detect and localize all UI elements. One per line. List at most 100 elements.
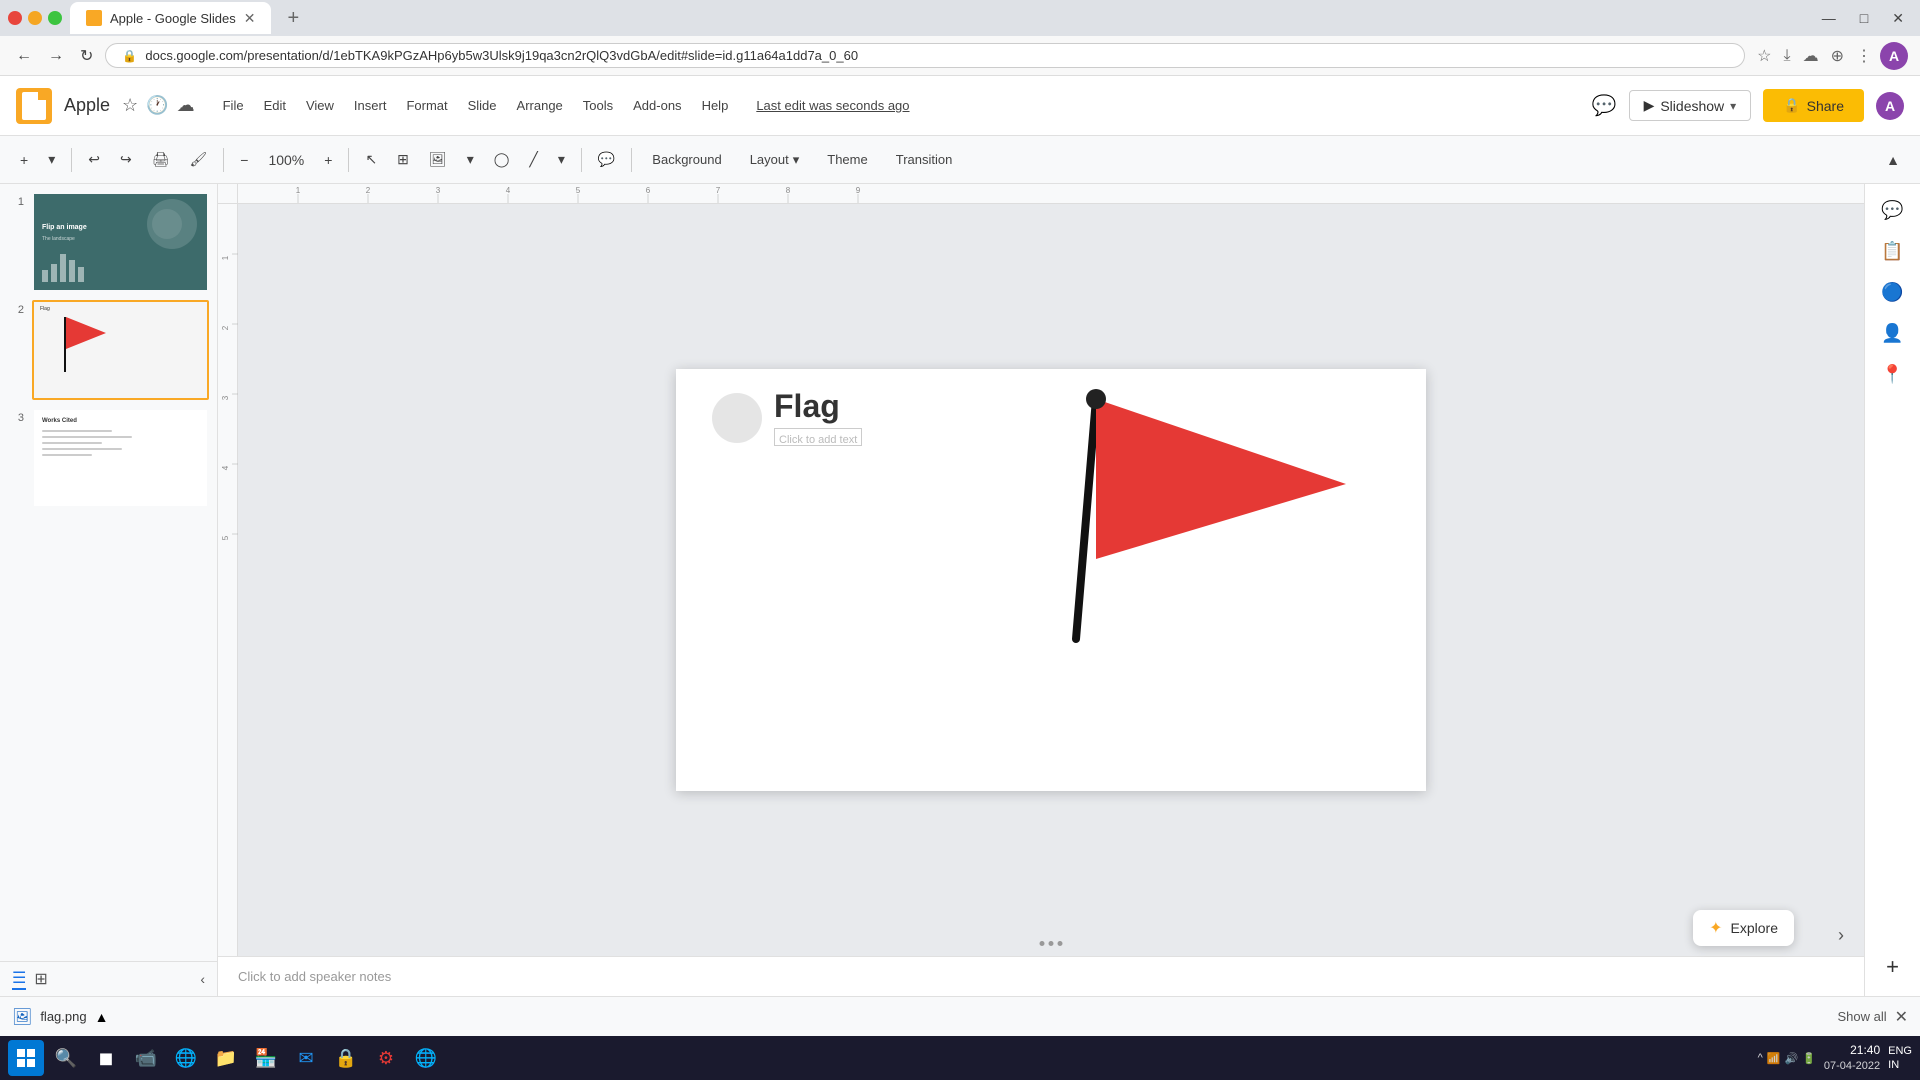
notes-area[interactable]: Click to add speaker notes bbox=[218, 956, 1864, 996]
theme-button[interactable]: Theme bbox=[815, 146, 879, 173]
new-tab-button[interactable]: + bbox=[279, 7, 307, 30]
list-view-button[interactable]: ☰ bbox=[12, 968, 26, 990]
slideshow-dropdown-arrow[interactable]: ▾ bbox=[1730, 99, 1736, 113]
search-taskbar-button[interactable]: 🔍 bbox=[48, 1040, 84, 1076]
office-button[interactable]: ⚙ bbox=[368, 1040, 404, 1076]
slide-thumbnail-3[interactable]: Works Cited bbox=[32, 408, 209, 508]
mail-button[interactable]: ✉ bbox=[288, 1040, 324, 1076]
zoom-in-button[interactable]: + bbox=[316, 146, 340, 174]
sidebar-chat-button[interactable]: 💬 bbox=[1873, 192, 1911, 229]
minimize-browser-button[interactable]: — bbox=[1814, 6, 1844, 31]
menu-help[interactable]: Help bbox=[694, 94, 737, 117]
collapse-toolbar-button[interactable]: ▲ bbox=[1878, 146, 1908, 174]
redo-button[interactable]: ↪ bbox=[112, 145, 140, 174]
cloud-save-icon[interactable]: ☁ bbox=[177, 95, 195, 116]
meet-app-button[interactable]: 📹 bbox=[128, 1040, 164, 1076]
browser-tab[interactable]: Apple - Google Slides ✕ bbox=[70, 2, 271, 34]
menu-insert[interactable]: Insert bbox=[346, 94, 395, 117]
tab-close-button[interactable]: ✕ bbox=[244, 10, 256, 27]
slide-main-title[interactable]: Flag bbox=[774, 389, 862, 424]
sidebar-tasks-button[interactable]: 🔵 bbox=[1873, 274, 1911, 311]
undo-button[interactable]: ↩ bbox=[80, 145, 108, 174]
linkedin-button[interactable]: 🔒 bbox=[328, 1040, 364, 1076]
share-button[interactable]: 🔒 Share bbox=[1763, 89, 1864, 122]
line-tool[interactable]: ╱ bbox=[521, 145, 545, 174]
history-icon[interactable]: 🕐 bbox=[146, 95, 168, 116]
explorer-button[interactable]: 📁 bbox=[208, 1040, 244, 1076]
edge-browser-button[interactable]: 🌐 bbox=[168, 1040, 204, 1076]
tray-up-arrow[interactable]: ^ bbox=[1758, 1052, 1763, 1064]
menu-slide[interactable]: Slide bbox=[460, 94, 505, 117]
image-tool[interactable]: 🖼 bbox=[421, 145, 455, 174]
sidebar-maps-button[interactable]: 📍 bbox=[1873, 356, 1911, 393]
collapse-panel-button[interactable]: ‹ bbox=[200, 971, 205, 987]
sidebar-keep-button[interactable]: 📋 bbox=[1873, 233, 1911, 270]
sidebar-contacts-button[interactable]: 👤 bbox=[1873, 315, 1911, 352]
file-bar-close-button[interactable]: ✕ bbox=[1895, 1007, 1908, 1027]
close-window-button[interactable] bbox=[8, 11, 22, 25]
slideshow-label[interactable]: Slideshow bbox=[1660, 98, 1724, 114]
slide-item-1[interactable]: 1 Flip an image The landscape bbox=[8, 192, 209, 292]
clock[interactable]: 21:40 07-04-2022 bbox=[1824, 1042, 1880, 1074]
profile-avatar[interactable]: A bbox=[1880, 42, 1908, 70]
grid-view-button[interactable]: ⊞ bbox=[34, 969, 47, 989]
expand-panel-button[interactable]: › bbox=[1838, 925, 1844, 946]
maximize-window-button[interactable] bbox=[48, 11, 62, 25]
textbox-tool[interactable]: ⊞ bbox=[389, 145, 417, 174]
slide-canvas[interactable]: Flag Click to add text bbox=[676, 369, 1426, 791]
file-expand-button[interactable]: ▲ bbox=[95, 1009, 109, 1025]
explore-label[interactable]: Explore bbox=[1731, 920, 1778, 936]
back-button[interactable]: ← bbox=[12, 43, 36, 69]
menu-addons[interactable]: Add-ons bbox=[625, 94, 689, 117]
line-dropdown[interactable]: ▾ bbox=[550, 145, 573, 174]
notes-placeholder[interactable]: Click to add speaker notes bbox=[238, 969, 391, 984]
forward-button[interactable]: → bbox=[44, 43, 68, 69]
chrome-button[interactable]: 🌐 bbox=[408, 1040, 444, 1076]
maximize-browser-button[interactable]: □ bbox=[1852, 6, 1876, 31]
screenshot-button[interactable]: ⤓ bbox=[1780, 42, 1795, 70]
sidebar-add-button[interactable]: + bbox=[1878, 946, 1907, 988]
transition-button[interactable]: Transition bbox=[884, 146, 965, 173]
user-avatar[interactable]: A bbox=[1876, 92, 1904, 120]
menu-format[interactable]: Format bbox=[398, 94, 455, 117]
slide-subtitle-placeholder[interactable]: Click to add text bbox=[774, 428, 862, 446]
menu-arrange[interactable]: Arrange bbox=[509, 94, 571, 117]
background-button[interactable]: Background bbox=[640, 146, 733, 173]
menu-file[interactable]: File bbox=[215, 94, 252, 117]
task-view-button[interactable]: ◼ bbox=[88, 1040, 124, 1076]
menu-edit[interactable]: Edit bbox=[256, 94, 294, 117]
minimize-window-button[interactable] bbox=[28, 11, 42, 25]
slide-item-3[interactable]: 3 Works Cited bbox=[8, 408, 209, 508]
add-button[interactable]: + bbox=[12, 146, 36, 174]
star-icon[interactable]: ☆ bbox=[122, 95, 138, 116]
shapes-tool[interactable]: ◯ bbox=[486, 145, 518, 174]
layout-button[interactable]: Layout ▾ bbox=[738, 146, 812, 174]
slide-item-2[interactable]: 2 Flag bbox=[8, 300, 209, 400]
start-button[interactable] bbox=[8, 1040, 44, 1076]
image-dropdown[interactable]: ▾ bbox=[459, 145, 482, 174]
slide-thumbnail-2[interactable]: Flag bbox=[32, 300, 209, 400]
explore-panel[interactable]: ✦ Explore bbox=[1693, 910, 1794, 946]
slide-thumbnail-1[interactable]: Flip an image The landscape bbox=[32, 192, 209, 292]
show-all-button[interactable]: Show all bbox=[1837, 1009, 1886, 1024]
print-button[interactable]: 🖨 bbox=[144, 145, 178, 174]
slide-number-2: 2 bbox=[8, 300, 24, 316]
menu-view[interactable]: View bbox=[298, 94, 342, 117]
extensions-button[interactable]: ⊕ bbox=[1827, 42, 1848, 70]
close-browser-button[interactable]: ✕ bbox=[1884, 6, 1912, 31]
select-tool[interactable]: ↖ bbox=[357, 145, 385, 174]
url-bar[interactable]: 🔒 docs.google.com/presentation/d/1ebTKA9… bbox=[105, 43, 1745, 68]
menu-tools[interactable]: Tools bbox=[575, 94, 621, 117]
expand-arrow-icon[interactable]: › bbox=[1838, 925, 1844, 946]
cloud-button[interactable]: ☁ bbox=[1799, 42, 1823, 70]
add-dropdown[interactable]: ▾ bbox=[40, 145, 63, 174]
store-button[interactable]: 🏪 bbox=[248, 1040, 284, 1076]
paint-format-button[interactable]: 🖌 bbox=[181, 145, 215, 174]
zoom-out-button[interactable]: − bbox=[232, 146, 256, 174]
comment-inline-button[interactable]: 💬 bbox=[590, 145, 623, 174]
comments-button[interactable]: 💬 bbox=[1592, 93, 1617, 118]
refresh-button[interactable]: ↻ bbox=[76, 42, 97, 70]
bookmark-button[interactable]: ☆ bbox=[1753, 42, 1775, 70]
more-button[interactable]: ⋮ bbox=[1852, 42, 1876, 70]
zoom-level[interactable]: 100% bbox=[260, 146, 312, 174]
